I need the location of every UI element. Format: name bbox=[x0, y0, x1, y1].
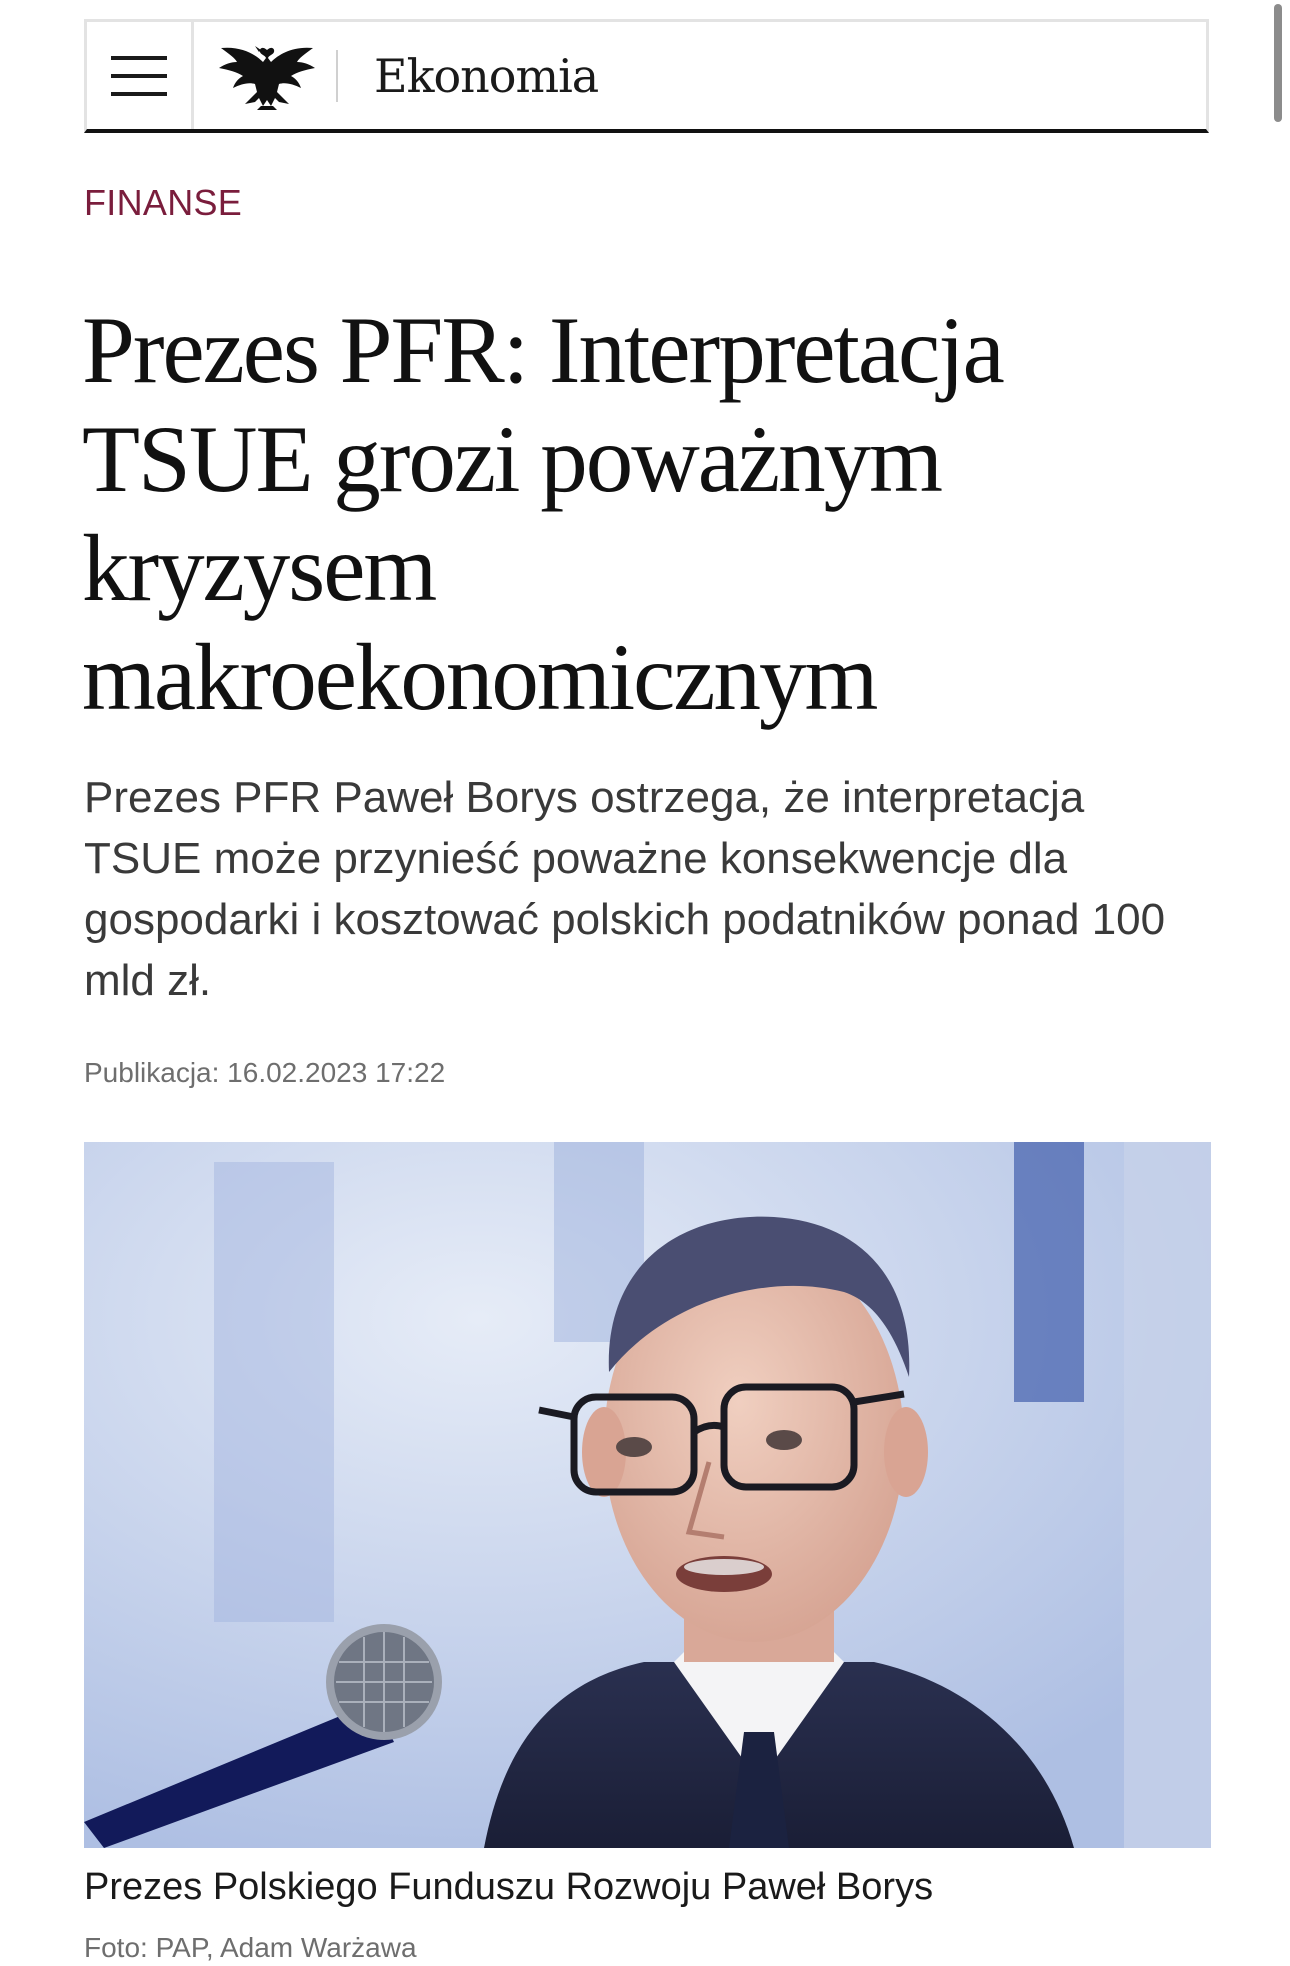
photo-credit: Foto: PAP, Adam Warżawa bbox=[84, 1932, 417, 1963]
article-headline: Prezes PFR: Interpretacja TSUE grozi pow… bbox=[82, 297, 1005, 730]
article-lead: Prezes PFR Paweł Borys ostrzega, że inte… bbox=[84, 773, 1166, 1005]
hamburger-menu-icon[interactable] bbox=[87, 22, 194, 129]
eagle-logo-icon[interactable] bbox=[194, 22, 334, 129]
site-header: Ekonomia bbox=[84, 19, 1209, 133]
header-divider bbox=[336, 49, 338, 102]
section-title[interactable]: Ekonomia bbox=[374, 49, 599, 103]
scrollbar[interactable] bbox=[1274, 4, 1282, 122]
article-photo[interactable] bbox=[84, 1142, 1211, 1848]
photo-caption: Prezes Polskiego Funduszu Rozwoju Paweł … bbox=[84, 1866, 934, 1908]
publication-date: Publikacja: 16.02.2023 17:22 bbox=[84, 1057, 446, 1088]
article-category[interactable]: FINANSE bbox=[84, 182, 242, 224]
